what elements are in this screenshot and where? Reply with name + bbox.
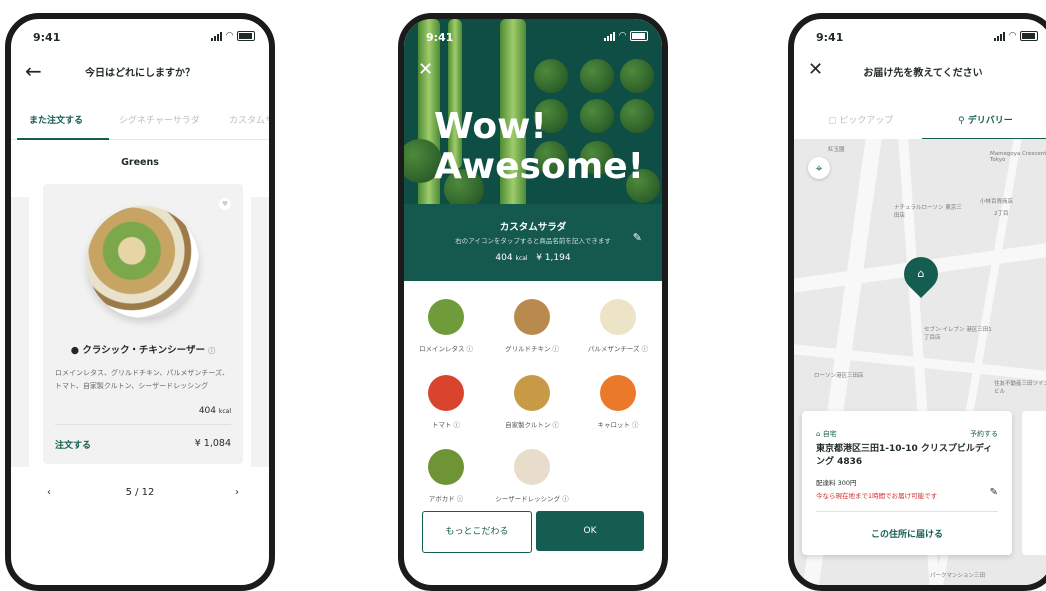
home-icon: ⌂ [816,430,821,438]
page-indicator: 5 / 12 [125,487,155,498]
romaine-image [428,299,464,335]
wifi-icon: ◠ [1009,31,1016,41]
address-label: ⌂ 自宅 [816,430,837,438]
map-label: パークマンション三田 [930,573,986,579]
salad-price: ¥ 1,084 [194,438,231,449]
delivery-tabs: ▢ ピックアップ ⚲ デリバリー [794,103,1046,140]
salad-name: ● クラシック・チキンシーザー ⓘ [70,345,216,356]
page-title: 今日はどれにしますか？ [85,68,195,79]
ingredient-item[interactable]: シーザードレッシング ⓘ [490,449,574,503]
category-tabs: また注文する シグネチャーサラダ カスタムサ [11,103,269,140]
chicken-image [514,299,550,335]
address-text: 東京都港区三田1-10-10 クリスプビルディング 4836 [816,444,993,467]
crosshair-icon: ⌖ [815,161,823,175]
home-icon: ⌂ [917,267,925,280]
map-label: 2丁目 [994,211,1009,217]
delivery-note: 今なら現在地まで1時間でお届け可能です [816,492,938,500]
phone-screen-custom-salad: 9:41 ◠ ✕ Wow! Awesome! カスタムサラダ 右のアイコンをタップ… [398,13,668,591]
status-bar: 9:41 ◠ [404,19,662,51]
chevron-right-icon[interactable]: › [235,487,239,498]
phone-screen-menu: 9:41 ◠ ← 今日はどれにしますか？ また注文する シグネチャーサラダ カス… [5,13,275,591]
tab-delivery[interactable]: ⚲ デリバリー [958,113,1013,126]
custom-salad-title: カスタムサラダ [499,222,567,233]
salad-image [87,206,199,318]
custom-salad-summary: 404 kcal ¥ 1,194 [495,253,571,263]
tab-reorder[interactable]: また注文する [29,113,83,126]
map-label: 住友不動産三田ツインビル [994,381,1046,395]
next-address-card[interactable] [1022,411,1046,555]
ingredient-item[interactable]: トマト ⓘ [404,375,488,429]
close-icon[interactable]: ✕ [418,59,433,80]
headline: Wow! Awesome! [434,106,645,187]
salad-description: ロメインレタス、グリルドチキン、パルメザンチーズ、トマト、自家製クルトン、シーザ… [55,369,230,390]
pencil-icon[interactable]: ✎ [990,487,998,498]
salad-card[interactable]: ♥ ● クラシック・チキンシーザー ⓘ ロメインレタス、グリルドチキン、パルメザ… [43,184,243,464]
address-card[interactable]: ⌂ 自宅 予約する 東京都港区三田1-10-10 クリスプビルディング 4836… [802,411,1012,555]
signal-icon [211,31,223,41]
status-time: 9:41 [33,31,61,44]
parmesan-image [600,299,636,335]
section-title: Greens [121,157,159,168]
tab-signature-salad[interactable]: シグネチャーサラダ [119,113,200,126]
tab-pickup[interactable]: ▢ ピックアップ [828,113,893,126]
tomato-image [428,375,464,411]
pencil-icon[interactable]: ✎ [633,231,642,244]
deliver-here-button[interactable]: この住所に届ける [802,527,1012,540]
map-label: ナチュラルローソン 東京三田店 [894,205,962,219]
current-location-button[interactable]: ⌖ [808,157,830,179]
battery-icon [237,31,255,41]
battery-icon [630,31,648,41]
ingredient-item[interactable]: キャロット ⓘ [576,375,660,429]
signal-icon [604,31,616,41]
ingredient-item[interactable]: 自家製クルトン ⓘ [490,375,574,429]
status-time: 9:41 [816,31,844,44]
wifi-icon: ◠ [619,31,626,41]
carrot-image [600,375,636,411]
battery-icon [1020,31,1038,41]
map-label: 小林百貨商店 [980,199,1014,205]
wifi-icon: ◠ [226,31,233,41]
order-button[interactable]: 注文する [55,438,91,451]
map-label: ローソン港区三田店 [814,373,864,379]
status-bar: 9:41 ◠ [794,19,1046,51]
reserve-link[interactable]: 予約する [970,429,998,439]
tab-underline [17,138,109,140]
favorite-icon[interactable]: ♥ [219,198,231,210]
signal-icon [994,31,1006,41]
next-card[interactable] [251,197,269,467]
ok-button[interactable]: OK [536,511,644,551]
status-bar: 9:41 ◠ [11,19,269,51]
ingredient-item[interactable]: グリルドチキン ⓘ [490,299,574,353]
customize-more-button[interactable]: もっとこだわる [422,511,532,553]
ingredient-item[interactable]: ロメインレタス ⓘ [404,299,488,353]
tab-custom-salad[interactable]: カスタムサ [229,113,269,126]
salad-kcal: 404 kcal [198,406,231,416]
phone-screen-delivery: 9:41 ◠ ✕ お届け先を教えてください ▢ ピックアップ ⚲ デリバリー 紅… [788,13,1046,591]
ingredient-item[interactable]: パルメザンチーズ ⓘ [576,299,660,353]
bicycle-icon: ⚲ [958,116,965,126]
dressing-image [514,449,550,485]
status-time: 9:41 [426,31,454,44]
custom-salad-hint: 右のアイコンをタップすると商品名前を記入できます [455,237,611,245]
ingredient-item[interactable]: アボカド ⓘ [404,449,488,503]
map-label: 紅玉園 [828,147,845,153]
prev-card[interactable] [11,197,29,467]
page-title: お届け先を教えてください [863,68,983,79]
map-label: セブン-イレブン 港区三田1丁目店 [924,327,992,341]
map-label: Mamegoya Crescent Tokyo [990,151,1046,163]
avocado-image [428,449,464,485]
bag-icon: ▢ [828,116,837,126]
delivery-fee: 配達料 300円 [816,479,857,487]
crouton-image [514,375,550,411]
